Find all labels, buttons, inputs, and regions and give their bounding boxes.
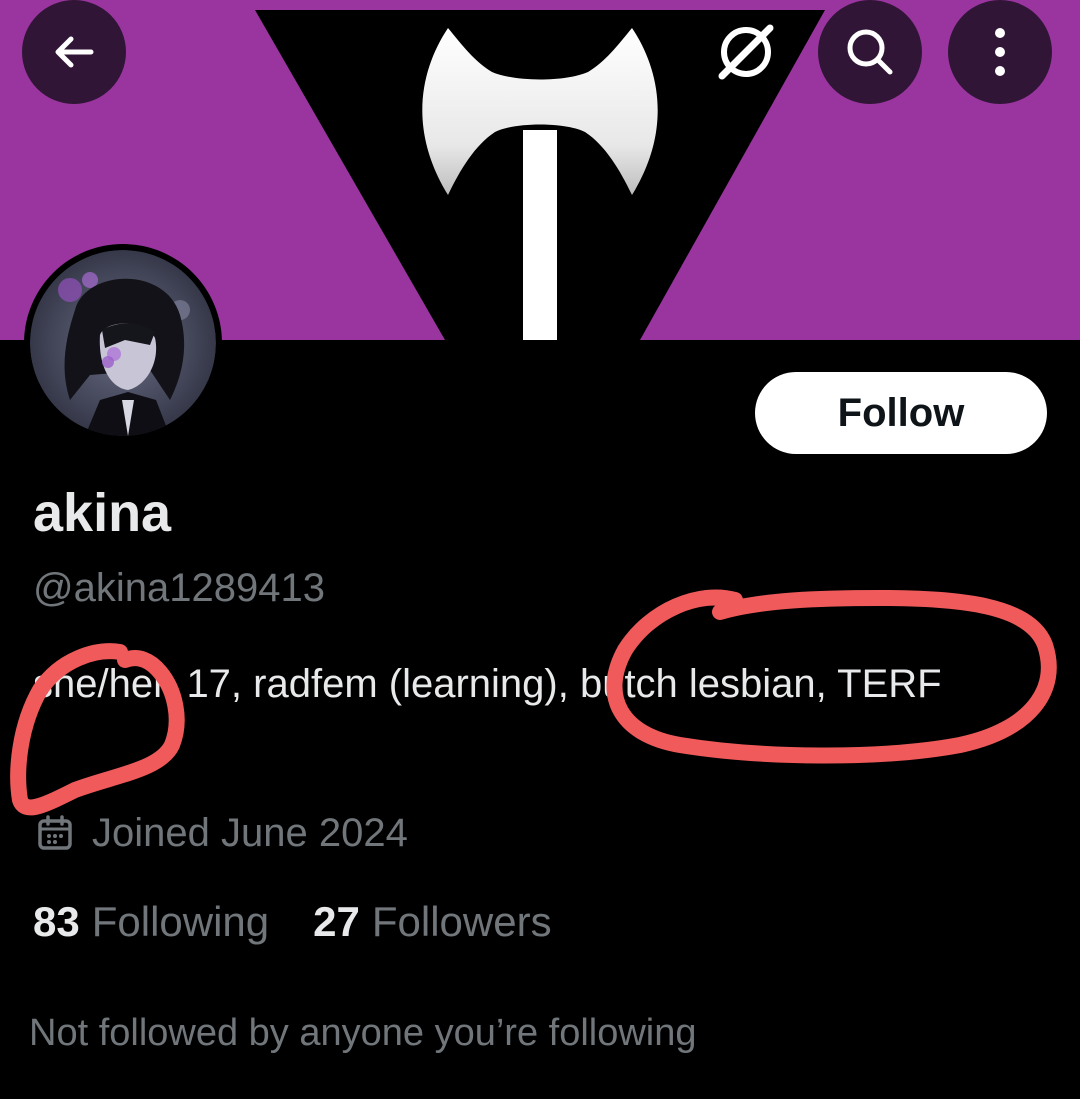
- following-label: Following: [91, 898, 270, 945]
- joined-date: Joined June 2024: [36, 808, 408, 858]
- search-icon: [847, 29, 893, 75]
- more-vertical-icon: [995, 28, 1005, 76]
- followers-count: 27: [313, 898, 360, 945]
- grok-button[interactable]: [694, 0, 798, 104]
- following-count: 83: [33, 898, 80, 945]
- profile-avatar[interactable]: [24, 244, 222, 442]
- followers-link[interactable]: 27 Followers: [313, 898, 551, 946]
- profile-bio: she/her, 17, radfem (learning), butch le…: [33, 662, 942, 706]
- user-handle: @akina1289413: [33, 566, 325, 610]
- follow-stats: 83 Following 27 Followers: [33, 898, 552, 946]
- more-options-button[interactable]: [948, 0, 1052, 104]
- arrow-left-icon: [55, 36, 94, 68]
- calendar-icon: [38, 815, 72, 850]
- mutual-followers-note: Not followed by anyone you’re following: [29, 1012, 697, 1054]
- joined-text: Joined June 2024: [92, 810, 408, 855]
- avatar-image: [30, 250, 216, 436]
- following-link[interactable]: 83 Following: [33, 898, 269, 946]
- grok-icon: [718, 24, 774, 80]
- followers-label: Followers: [371, 898, 552, 945]
- display-name: akina: [33, 483, 172, 543]
- back-button[interactable]: [22, 0, 126, 104]
- search-button[interactable]: [818, 0, 922, 104]
- follow-button[interactable]: Follow: [755, 372, 1047, 454]
